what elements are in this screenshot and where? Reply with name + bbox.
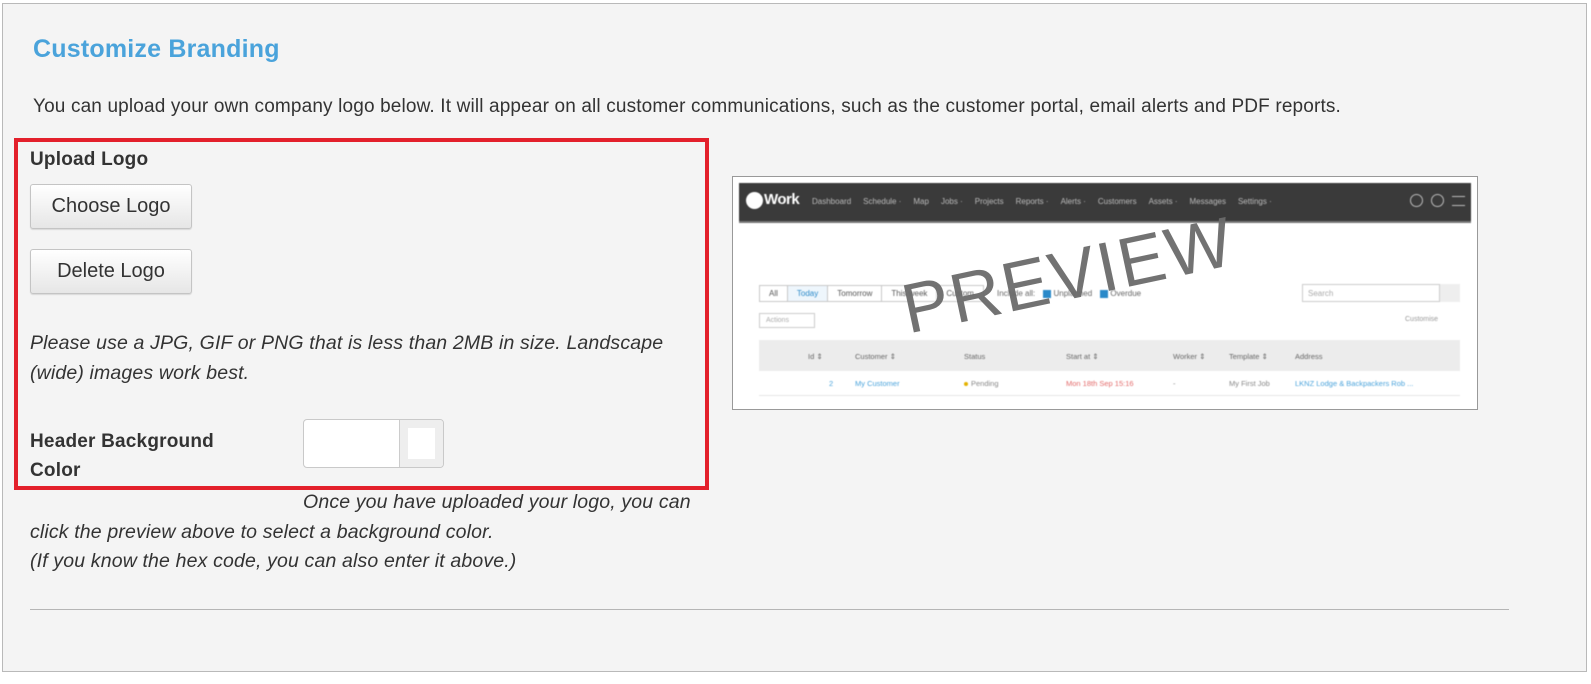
preview-column-header: Id ⇕ [808,352,823,361]
color-help-line-1: Once you have uploaded your logo, you ca… [303,491,691,513]
preview-nav-item: Schedule · [863,197,902,206]
preview-nav-item: Alerts · [1060,197,1086,206]
preview-cell-status-text: Pending [971,379,999,388]
preview-cell-id: 2 [829,379,834,388]
preview-cell-template: My First Job [1229,379,1270,388]
intro-text: You can upload your own company logo bel… [33,96,1341,117]
preview-nav-item: Customers [1097,197,1137,206]
search-icon [1439,284,1460,302]
preview-nav-item: Settings · [1237,197,1272,206]
preview-cell-address: LKNZ Lodge & Backpackers Rob ... [1295,379,1414,388]
preview-table-header: Id ⇕ Customer ⇕ Status Start at ⇕ Worker… [759,340,1460,371]
preview-tab: Today [786,285,829,302]
preview-column-header: Customer ⇕ [855,352,896,361]
preview-cell-worker: - [1173,379,1176,388]
page-title: Customize Branding [33,35,280,63]
preview-nav-item: Projects [974,197,1004,206]
upload-help-text: Please use a JPG, GIF or PNG that is les… [30,332,664,384]
preview-nav-item: Jobs · [940,197,963,206]
header-background-color-label: Header Background Color [30,431,214,481]
header-color-picker[interactable] [303,419,444,468]
preview-nav-item: Reports · [1015,197,1049,206]
color-swatch[interactable] [408,428,435,459]
preview-column-header: Status [964,352,986,361]
preview-logo-text: Work [764,191,800,208]
divider [30,609,1509,610]
preview-tab: All [759,285,788,302]
color-help-line-2: click the preview above to select a back… [30,520,494,543]
help-icon [1431,194,1444,207]
status-dot-icon [964,382,968,387]
delete-logo-button[interactable]: Delete Logo [30,249,192,294]
preview-logo-icon [746,192,763,209]
preview-actions: Actions [759,313,815,328]
preview-nav-icons [1410,194,1465,207]
color-help-text: Once you have uploaded your logo, you ca… [30,488,730,577]
headset-icon [1410,194,1423,207]
preview-column-header: Start at ⇕ [1066,352,1099,361]
preview-nav-item: Assets · [1148,197,1178,206]
branding-preview[interactable]: Work Dashboard Schedule · Map Jobs · Pro… [732,176,1478,410]
preview-cell-customer: My Customer [855,379,900,388]
preview-table-row: 2 My Customer Pending Mon 18th Sep 15:16… [759,373,1460,396]
color-help-line-3: (If you know the hex code, you can also … [30,550,517,572]
preview-column-header: Worker ⇕ [1173,352,1206,361]
preview-search: Search [1302,284,1460,302]
menu-icon [1452,196,1465,206]
preview-cell-status: Pending [964,379,999,388]
preview-cell-start: Mon 18th Sep 15:16 [1066,379,1134,388]
preview-column-header: Template ⇕ [1229,352,1268,361]
color-picker-addon[interactable] [399,420,443,467]
preview-nav-item: Dashboard [812,197,852,206]
preview-customise: Customise [1405,316,1439,323]
choose-logo-button[interactable]: Choose Logo [30,184,192,229]
preview-nav-item: Map [913,197,929,206]
preview-column-header: Address [1295,352,1323,361]
upload-logo-label: Upload Logo [30,149,149,170]
preview-nav-bar: Work Dashboard Schedule · Map Jobs · Pro… [739,183,1471,223]
header-color-input[interactable] [304,420,400,467]
preview-tab: Tomorrow [827,285,883,302]
